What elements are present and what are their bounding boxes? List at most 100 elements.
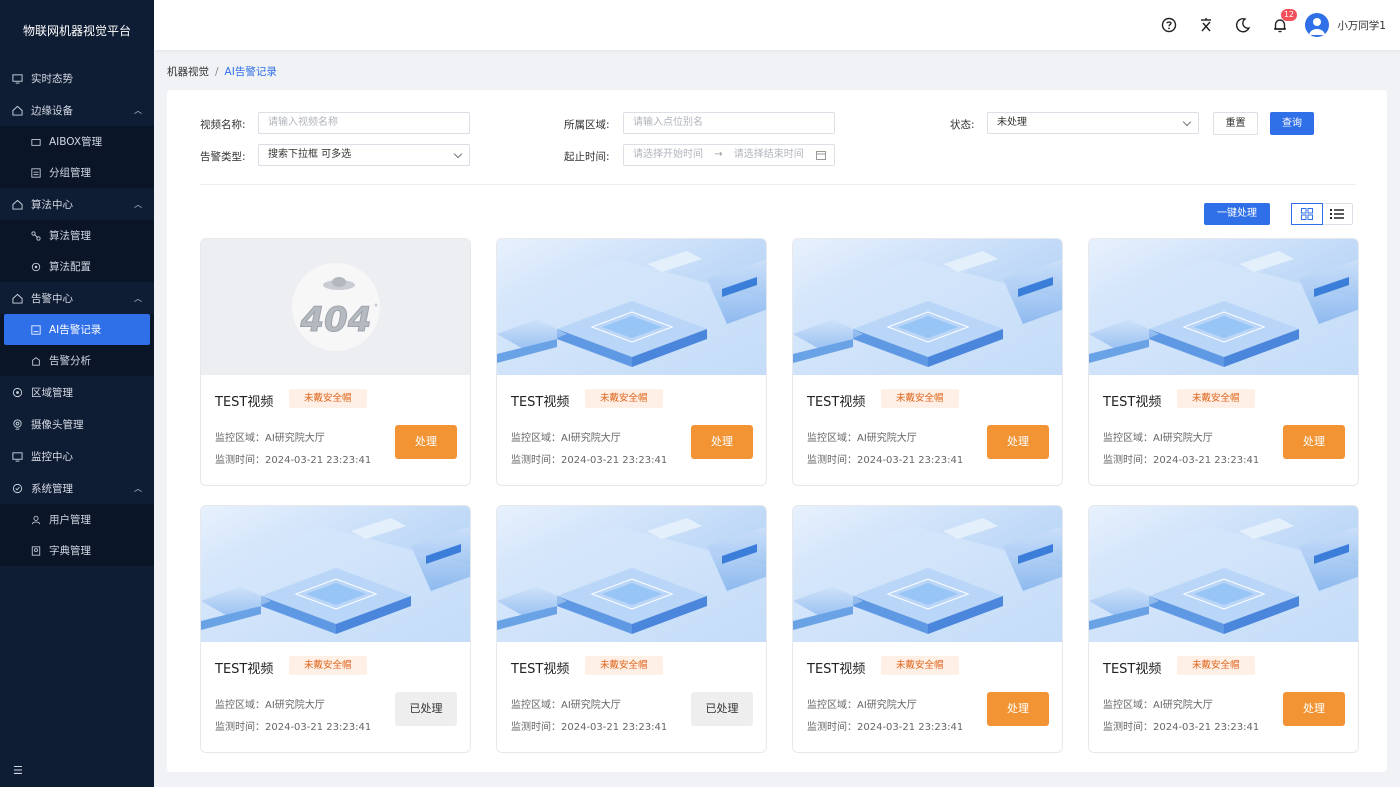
processed-button[interactable]: 已处理 bbox=[395, 692, 457, 726]
dark-mode-icon[interactable] bbox=[1233, 15, 1253, 35]
process-button[interactable]: 处理 bbox=[691, 425, 753, 459]
start-time-placeholder: 请选择开始时间 bbox=[633, 149, 703, 160]
monitor-region: 监控区域：AI研究院大厅 bbox=[215, 700, 325, 711]
process-button[interactable]: 处理 bbox=[987, 425, 1049, 459]
user-icon bbox=[31, 515, 41, 524]
alarm-snapshot[interactable] bbox=[1089, 506, 1358, 642]
video-name-label: 视频名称: bbox=[200, 119, 246, 131]
sidebar-item-alarm-analysis[interactable]: 告警分析 bbox=[0, 345, 154, 376]
card-title: TEST视频 bbox=[511, 395, 570, 410]
sidebar-item-monitor-center[interactable]: 监控中心 bbox=[0, 440, 154, 472]
filter-divider bbox=[200, 184, 1356, 185]
home-icon bbox=[12, 105, 23, 116]
sidebar-item-label: 算法管理 bbox=[49, 230, 91, 242]
region-input[interactable]: 请输入点位别名 bbox=[623, 112, 835, 134]
sidebar-item-users[interactable]: 用户管理 bbox=[0, 504, 154, 535]
help-icon[interactable] bbox=[1159, 15, 1179, 35]
sidebar-item-groups[interactable]: 分组管理 bbox=[0, 157, 154, 188]
status-badge: 未戴安全帽 bbox=[585, 656, 663, 675]
sidebar-item-aibox[interactable]: AIBOX管理 bbox=[0, 126, 154, 157]
reset-button[interactable]: 重置 bbox=[1213, 112, 1258, 135]
process-button[interactable]: 处理 bbox=[1283, 692, 1345, 726]
sidebar-item-realtime[interactable]: 实时态势 bbox=[0, 62, 154, 94]
alarm-snapshot[interactable] bbox=[497, 506, 766, 642]
alarm-card[interactable]: TEST视频 未戴安全帽 监控区域：AI研究院大厅 监测时间：2024-03-2… bbox=[792, 238, 1063, 486]
sidebar-item-dictionary[interactable]: 字典管理 bbox=[0, 535, 154, 566]
video-name-input[interactable]: 请输入视频名称 bbox=[258, 112, 470, 134]
sidebar-item-system[interactable]: 系统管理 ︿ bbox=[0, 472, 154, 504]
process-button[interactable]: 处理 bbox=[395, 425, 457, 459]
alarm-snapshot[interactable] bbox=[793, 506, 1062, 642]
status-badge: 未戴安全帽 bbox=[289, 656, 367, 675]
alarm-snapshot[interactable] bbox=[793, 239, 1062, 375]
status-select[interactable]: 未处理 bbox=[987, 112, 1199, 134]
time-range-picker[interactable]: 请选择开始时间 → 请选择结束时间 bbox=[623, 144, 835, 166]
sidebar-item-region[interactable]: 区域管理 bbox=[0, 376, 154, 408]
status-select-value: 未处理 bbox=[997, 117, 1027, 128]
alarm-snapshot[interactable]: 404 bbox=[201, 239, 470, 375]
scene-illustration bbox=[793, 506, 1062, 642]
card-title: TEST视频 bbox=[215, 395, 274, 410]
sidebar-item-algorithm-center[interactable]: 算法中心 ︿ bbox=[0, 188, 154, 220]
sidebar-item-algorithm-config[interactable]: 算法配置 bbox=[0, 251, 154, 282]
alarm-card[interactable]: TEST视频 未戴安全帽 监控区域：AI研究院大厅 监测时间：2024-03-2… bbox=[496, 505, 767, 753]
alarm-snapshot[interactable] bbox=[497, 239, 766, 375]
chevron-up-icon: ︿ bbox=[134, 293, 142, 303]
sidebar-item-label: 边缘设备 bbox=[31, 104, 73, 117]
alarm-card[interactable]: TEST视频 未戴安全帽 监控区域：AI研究院大厅 监测时间：2024-03-2… bbox=[200, 505, 471, 753]
time-range-label: 起止时间: bbox=[564, 151, 610, 163]
notification-badge: 12 bbox=[1280, 9, 1297, 21]
end-time-placeholder: 请选择结束时间 bbox=[733, 149, 804, 160]
range-arrow: → bbox=[714, 149, 723, 160]
config-icon bbox=[31, 262, 41, 271]
translate-icon[interactable] bbox=[1196, 15, 1216, 35]
alarm-card[interactable]: 404 TEST视频 未戴安全帽 监控区域：AI研究院大厅 监测时间：2024-… bbox=[200, 238, 471, 486]
monitor-region: 监控区域：AI研究院大厅 bbox=[807, 433, 917, 444]
process-button[interactable]: 处理 bbox=[987, 692, 1049, 726]
sidebar-item-edge-devices[interactable]: 边缘设备 ︿ bbox=[0, 94, 154, 126]
alarm-type-select[interactable]: 搜索下拉框 可多选 bbox=[258, 144, 470, 166]
detection-time: 监测时间：2024-03-21 23:23:41 bbox=[807, 722, 964, 733]
user-name: 小万同学1 bbox=[1337, 19, 1386, 32]
alert-record-icon bbox=[31, 324, 41, 335]
process-button[interactable]: 处理 bbox=[1283, 425, 1345, 459]
sidebar-item-label: 算法配置 bbox=[49, 261, 91, 273]
card-title: TEST视频 bbox=[1103, 395, 1162, 410]
sidebar-item-camera[interactable]: 摄像头管理 bbox=[0, 408, 154, 440]
alarm-snapshot[interactable] bbox=[1089, 239, 1358, 375]
scene-illustration bbox=[497, 506, 766, 642]
camera-icon bbox=[13, 418, 22, 430]
list-view-button[interactable] bbox=[1322, 204, 1352, 224]
home-icon bbox=[12, 293, 23, 304]
query-button[interactable]: 查询 bbox=[1270, 112, 1314, 135]
calendar-icon bbox=[816, 151, 826, 160]
sidebar-item-label: 区域管理 bbox=[31, 386, 73, 399]
breadcrumb-parent[interactable]: 机器视觉 bbox=[167, 66, 209, 78]
detection-time: 监测时间：2024-03-21 23:23:41 bbox=[215, 455, 372, 466]
detection-time: 监测时间：2024-03-21 23:23:41 bbox=[1103, 455, 1260, 466]
alarm-card[interactable]: TEST视频 未戴安全帽 监控区域：AI研究院大厅 监测时间：2024-03-2… bbox=[1088, 238, 1359, 486]
grid-view-button[interactable] bbox=[1291, 203, 1323, 225]
view-toggle bbox=[1291, 203, 1353, 225]
scene-illustration bbox=[201, 506, 470, 642]
user-menu[interactable]: 小万同学1 bbox=[1305, 13, 1386, 37]
sidebar-item-ai-alarm-records[interactable]: AI告警记录 bbox=[4, 314, 150, 345]
alarm-card[interactable]: TEST视频 未戴安全帽 监控区域：AI研究院大厅 监测时间：2024-03-2… bbox=[792, 505, 1063, 753]
main-panel: 视频名称: 请输入视频名称 所属区域: 请输入点位别名 状态: 未处理 重置 查… bbox=[167, 90, 1387, 772]
sidebar-item-label: 摄像头管理 bbox=[31, 418, 84, 431]
alarm-card[interactable]: TEST视频 未戴安全帽 监控区域：AI研究院大厅 监测时间：2024-03-2… bbox=[496, 238, 767, 486]
sidebar-item-label: 监控中心 bbox=[31, 450, 73, 463]
card-title: TEST视频 bbox=[807, 662, 866, 677]
alarm-card[interactable]: TEST视频 未戴安全帽 监控区域：AI研究院大厅 监测时间：2024-03-2… bbox=[1088, 505, 1359, 753]
processed-button[interactable]: 已处理 bbox=[691, 692, 753, 726]
sidebar-item-algorithm-manage[interactable]: 算法管理 bbox=[0, 220, 154, 251]
monitor-region: 监控区域：AI研究院大厅 bbox=[1103, 700, 1213, 711]
sidebar-item-label: 告警中心 bbox=[31, 292, 73, 305]
group-icon bbox=[31, 167, 41, 178]
monitor-region: 监控区域：AI研究院大厅 bbox=[511, 433, 621, 444]
bell-icon[interactable]: 12 bbox=[1270, 9, 1297, 35]
alarm-snapshot[interactable] bbox=[201, 506, 470, 642]
sidebar-item-alarm-center[interactable]: 告警中心 ︿ bbox=[0, 282, 154, 314]
collapse-menu-icon[interactable]: ☰ bbox=[13, 764, 23, 777]
batch-process-button[interactable]: 一键处理 bbox=[1204, 203, 1270, 225]
